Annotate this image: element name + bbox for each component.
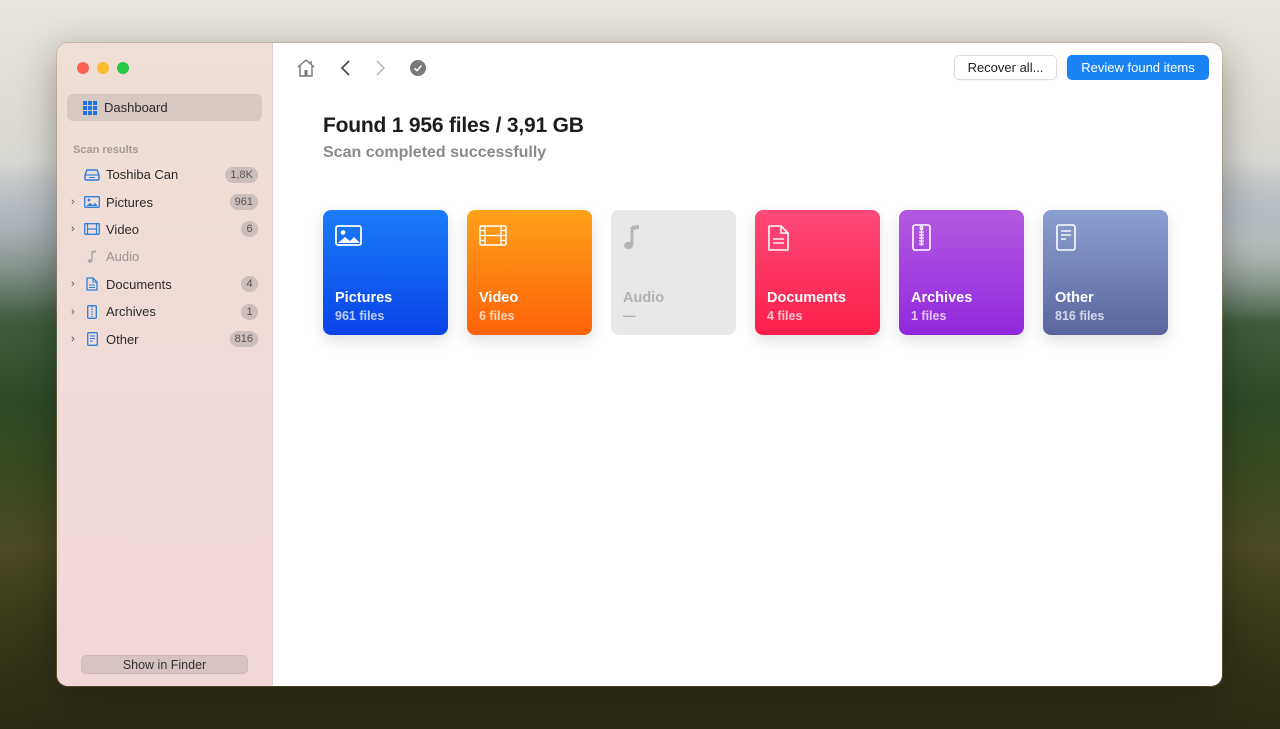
sidebar-item-label: Pictures bbox=[106, 195, 153, 210]
toolbar-navigation bbox=[295, 58, 427, 78]
chevron-right-icon[interactable]: › bbox=[71, 196, 81, 208]
count-badge: 961 bbox=[230, 194, 258, 210]
card-count: — bbox=[623, 309, 636, 323]
card-other[interactable]: Other 816 files bbox=[1043, 210, 1168, 335]
film-icon bbox=[84, 222, 100, 236]
scan-results-tree: Toshiba Can 1,8K › Pictures 961 › Video … bbox=[57, 161, 273, 353]
film-icon bbox=[479, 224, 507, 252]
card-video[interactable]: Video 6 files bbox=[467, 210, 592, 335]
sidebar-item-archives[interactable]: › Archives 1 bbox=[57, 298, 273, 325]
sidebar-item-other[interactable]: › Other 816 bbox=[57, 325, 273, 352]
main-content: Recover all... Review found items Found … bbox=[273, 43, 1222, 686]
sidebar-item-audio[interactable]: Audio bbox=[57, 243, 273, 270]
count-badge: 6 bbox=[241, 221, 258, 237]
chevron-right-icon[interactable]: › bbox=[71, 278, 81, 290]
card-pictures[interactable]: Pictures 961 files bbox=[323, 210, 448, 335]
document-icon bbox=[84, 277, 100, 291]
home-icon[interactable] bbox=[295, 58, 317, 78]
document-icon bbox=[767, 224, 795, 252]
sidebar-item-label: Toshiba Can bbox=[106, 167, 178, 182]
other-file-icon bbox=[1055, 224, 1083, 252]
grid-icon bbox=[83, 101, 97, 115]
chevron-right-icon[interactable]: › bbox=[71, 306, 81, 318]
other-file-icon bbox=[84, 332, 100, 346]
close-window-button[interactable] bbox=[77, 62, 89, 74]
card-count: 6 files bbox=[479, 309, 514, 323]
card-count: 816 files bbox=[1055, 309, 1104, 323]
review-found-items-button[interactable]: Review found items bbox=[1067, 55, 1209, 80]
sidebar: Dashboard Scan results Toshiba Can 1,8K … bbox=[57, 43, 273, 686]
scan-status: Scan completed successfully bbox=[323, 144, 546, 162]
category-cards: Pictures 961 files Video 6 files Audio — bbox=[323, 210, 1168, 335]
card-title: Archives bbox=[911, 290, 972, 306]
card-audio: Audio — bbox=[611, 210, 736, 335]
drive-icon bbox=[84, 168, 100, 182]
archive-icon bbox=[84, 305, 100, 319]
sidebar-item-label: Dashboard bbox=[104, 100, 168, 115]
sidebar-item-label: Video bbox=[106, 222, 139, 237]
chevron-right-icon[interactable]: › bbox=[71, 223, 81, 235]
card-title: Pictures bbox=[335, 290, 392, 306]
card-count: 4 files bbox=[767, 309, 802, 323]
sidebar-item-label: Other bbox=[106, 332, 139, 347]
sidebar-item-label: Archives bbox=[106, 304, 156, 319]
show-in-finder-button[interactable]: Show in Finder bbox=[81, 655, 248, 674]
sidebar-item-documents[interactable]: › Documents 4 bbox=[57, 271, 273, 298]
music-note-icon bbox=[84, 250, 100, 264]
card-title: Audio bbox=[623, 290, 664, 306]
count-badge: 1,8K bbox=[225, 167, 258, 183]
page-title: Found 1 956 files / 3,91 GB bbox=[323, 114, 584, 138]
window-controls bbox=[77, 62, 129, 74]
music-note-icon bbox=[623, 224, 651, 252]
scan-complete-check-icon bbox=[409, 59, 427, 77]
minimize-window-button[interactable] bbox=[97, 62, 109, 74]
sidebar-item-toshiba-can[interactable]: Toshiba Can 1,8K bbox=[57, 161, 273, 188]
chevron-right-icon[interactable]: › bbox=[71, 333, 81, 345]
sidebar-item-pictures[interactable]: › Pictures 961 bbox=[57, 188, 273, 215]
recover-all-button[interactable]: Recover all... bbox=[954, 55, 1057, 80]
back-icon[interactable] bbox=[339, 58, 353, 78]
count-badge: 1 bbox=[241, 304, 258, 320]
card-title: Documents bbox=[767, 290, 846, 306]
sidebar-item-dashboard[interactable]: Dashboard bbox=[67, 94, 262, 121]
card-count: 961 files bbox=[335, 309, 384, 323]
card-title: Other bbox=[1055, 290, 1094, 306]
archive-icon bbox=[911, 224, 939, 252]
sidebar-item-label: Audio bbox=[106, 249, 139, 264]
card-documents[interactable]: Documents 4 files bbox=[755, 210, 880, 335]
picture-icon bbox=[335, 224, 363, 252]
card-archives[interactable]: Archives 1 files bbox=[899, 210, 1024, 335]
sidebar-item-label: Documents bbox=[106, 277, 172, 292]
sidebar-item-video[interactable]: › Video 6 bbox=[57, 216, 273, 243]
card-count: 1 files bbox=[911, 309, 946, 323]
picture-icon bbox=[84, 195, 100, 209]
count-badge: 4 bbox=[241, 276, 258, 292]
maximize-window-button[interactable] bbox=[117, 62, 129, 74]
count-badge: 816 bbox=[230, 331, 258, 347]
forward-icon[interactable] bbox=[373, 58, 387, 78]
app-window: Dashboard Scan results Toshiba Can 1,8K … bbox=[57, 43, 1222, 686]
card-title: Video bbox=[479, 290, 518, 306]
section-label-scan-results: Scan results bbox=[73, 144, 138, 156]
